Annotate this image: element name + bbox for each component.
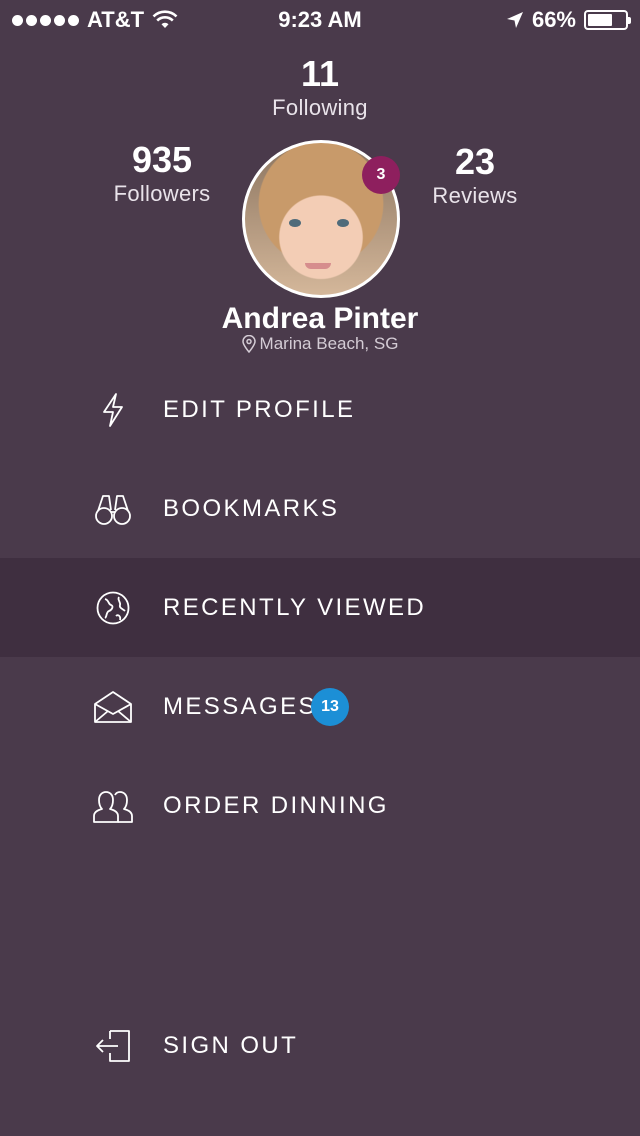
battery-icon: [584, 10, 631, 30]
menu-item-label: MESSAGES: [163, 692, 317, 720]
signal-dots-icon: [12, 14, 79, 26]
battery-fill: [588, 14, 612, 26]
followers-stat[interactable]: 935 Followers: [92, 140, 232, 208]
menu-item-recently-viewed[interactable]: RECENTLY VIEWED: [0, 558, 640, 657]
battery-percent: 66%: [531, 7, 576, 32]
menu-item-bookmarks[interactable]: BOOKMARKS: [0, 459, 640, 558]
users-icon: [92, 785, 134, 827]
status-left: AT&T: [12, 7, 178, 33]
messages-badge: 13: [311, 687, 349, 726]
following-count: 11: [300, 53, 340, 94]
menu-item-label: EDIT PROFILE: [163, 395, 356, 423]
map-pin-icon: [241, 335, 256, 353]
profile-location: Marina Beach, SG: [0, 334, 640, 354]
menu-item-label: BOOKMARKS: [163, 494, 340, 522]
following-stat[interactable]: 11 Following: [220, 54, 420, 122]
status-bar: AT&T 9:23 AM 66%: [0, 0, 640, 40]
reviews-label: Reviews: [432, 183, 518, 208]
lightning-icon: [92, 389, 134, 431]
following-label: Following: [272, 95, 368, 120]
envelope-icon: [92, 686, 134, 728]
location-arrow-icon: [506, 11, 524, 29]
menu-item-edit-profile[interactable]: EDIT PROFILE: [0, 360, 640, 459]
sign-out-icon: [92, 1025, 134, 1067]
menu-item-order-dinning[interactable]: ORDER DINNING: [0, 756, 640, 855]
reviews-count: 23: [454, 141, 496, 182]
notification-badge[interactable]: 3: [362, 156, 400, 194]
avatar-mouth: [305, 263, 331, 269]
location-text: Marina Beach, SG: [259, 334, 399, 353]
menu-item-label: ORDER DINNING: [163, 791, 389, 819]
followers-count: 935: [131, 139, 193, 180]
wifi-icon: [152, 10, 178, 30]
menu-item-messages[interactable]: MESSAGES 13: [0, 657, 640, 756]
profile-name: Andrea Pinter: [221, 302, 419, 335]
reviews-stat[interactable]: 23 Reviews: [410, 142, 540, 210]
sign-out-label: SIGN OUT: [163, 1031, 299, 1059]
status-right: 66%: [506, 7, 631, 33]
binoculars-icon: [92, 488, 134, 530]
avatar-eye-left: [289, 219, 301, 227]
globe-icon: [92, 587, 134, 629]
avatar-eye-right: [337, 219, 349, 227]
avatar-wrapper[interactable]: 3: [242, 140, 400, 298]
menu-item-label: RECENTLY VIEWED: [163, 593, 427, 621]
followers-label: Followers: [113, 181, 211, 206]
menu-item-sign-out[interactable]: SIGN OUT: [0, 996, 640, 1095]
carrier-label: AT&T: [87, 7, 145, 32]
